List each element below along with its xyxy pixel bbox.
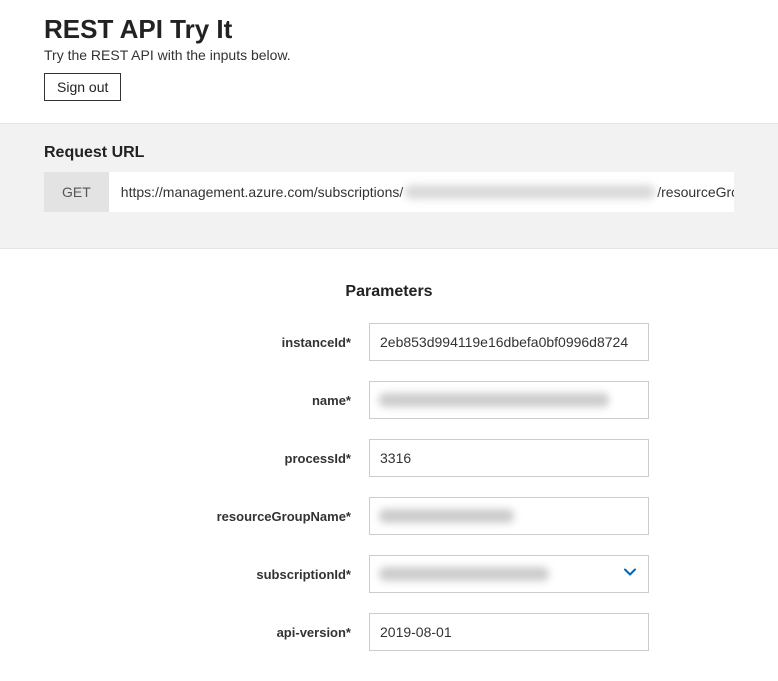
param-input[interactable] (369, 323, 649, 361)
param-row: processId* (44, 439, 734, 477)
url-redacted-segment (405, 185, 655, 199)
url-suffix: /resourceGrou (657, 184, 734, 200)
param-input-wrap (369, 381, 649, 419)
request-url-row: GET https://management.azure.com/subscri… (44, 172, 734, 212)
url-prefix: https://management.azure.com/subscriptio… (121, 184, 403, 200)
param-input-wrap (369, 439, 649, 477)
header: REST API Try It Try the REST API with th… (0, 0, 778, 123)
param-label: name* (129, 393, 369, 408)
request-url-heading: Request URL (44, 144, 734, 162)
param-select[interactable] (369, 555, 649, 593)
param-input-wrap (369, 323, 649, 361)
request-url-value: https://management.azure.com/subscriptio… (109, 172, 734, 212)
parameters-section: Parameters instanceId* name* processId* res… (0, 249, 778, 681)
signout-button[interactable]: Sign out (44, 73, 121, 101)
param-input-wrap (369, 613, 649, 651)
parameters-heading: Parameters (44, 283, 734, 301)
param-row: api-version* (44, 613, 734, 651)
param-input-wrap (369, 497, 649, 535)
param-row: subscriptionId* (44, 555, 734, 593)
param-row: name* (44, 381, 734, 419)
param-input[interactable] (369, 613, 649, 651)
param-label: resourceGroupName* (129, 509, 369, 524)
request-url-section: Request URL GET https://management.azure… (0, 123, 778, 249)
page-title: REST API Try It (44, 14, 734, 45)
param-input[interactable] (369, 381, 649, 419)
param-row: resourceGroupName* (44, 497, 734, 535)
param-label: instanceId* (129, 335, 369, 350)
page-subtitle: Try the REST API with the inputs below. (44, 47, 734, 63)
param-row: instanceId* (44, 323, 734, 361)
param-input[interactable] (369, 439, 649, 477)
param-label: processId* (129, 451, 369, 466)
http-method: GET (44, 172, 109, 212)
param-label: api-version* (129, 625, 369, 640)
param-input-wrap (369, 555, 649, 593)
parameters-list: instanceId* name* processId* resourceGroupN… (44, 323, 734, 651)
param-label: subscriptionId* (129, 567, 369, 582)
param-input[interactable] (369, 497, 649, 535)
